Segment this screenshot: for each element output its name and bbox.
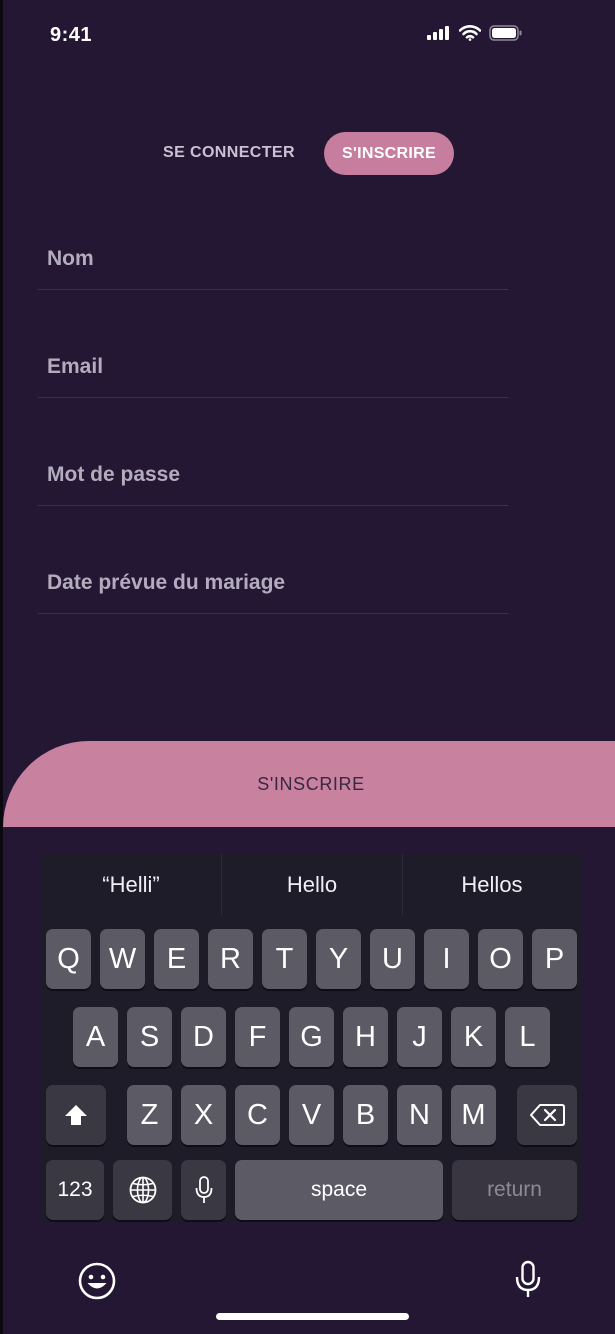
wedding-date-field[interactable]: Date prévue du mariage xyxy=(38,555,508,614)
key-n[interactable]: N xyxy=(397,1085,442,1145)
emoji-icon[interactable] xyxy=(77,1261,117,1301)
key-m[interactable]: M xyxy=(451,1085,496,1145)
backspace-icon xyxy=(530,1104,565,1126)
microphone-icon xyxy=(195,1176,212,1203)
key-c[interactable]: C xyxy=(235,1085,280,1145)
key-z[interactable]: Z xyxy=(127,1085,172,1145)
password-field[interactable]: Mot de passe xyxy=(38,447,508,506)
delete-key[interactable] xyxy=(517,1085,577,1145)
return-key[interactable]: return xyxy=(452,1160,577,1220)
shift-icon xyxy=(65,1105,87,1125)
key-a[interactable]: A xyxy=(73,1007,118,1067)
key-t[interactable]: T xyxy=(262,929,307,989)
keyboard: “Helli” Hello Hellos Q W E R T Y U I O P… xyxy=(42,854,581,1222)
suggestion-hellos[interactable]: Hellos xyxy=(403,854,581,915)
key-s[interactable]: S xyxy=(127,1007,172,1067)
wifi-icon xyxy=(459,25,481,41)
tab-signup[interactable]: S'INSCRIRE xyxy=(324,132,454,175)
key-j[interactable]: J xyxy=(397,1007,442,1067)
key-q[interactable]: Q xyxy=(46,929,91,989)
globe-icon xyxy=(129,1176,156,1204)
dictation-mic-icon[interactable] xyxy=(514,1260,542,1300)
suggestion-quoted[interactable]: “Helli” xyxy=(42,854,220,915)
key-i[interactable]: I xyxy=(424,929,469,989)
key-d[interactable]: D xyxy=(181,1007,226,1067)
space-key[interactable]: space xyxy=(235,1160,443,1220)
name-field[interactable]: Nom xyxy=(38,231,508,290)
key-e[interactable]: E xyxy=(154,929,199,989)
key-f[interactable]: F xyxy=(235,1007,280,1067)
key-y[interactable]: Y xyxy=(316,929,361,989)
shift-key[interactable] xyxy=(46,1085,106,1145)
numbers-key[interactable]: 123 xyxy=(46,1160,104,1220)
status-icons xyxy=(427,25,523,41)
email-field[interactable]: Email xyxy=(38,339,508,398)
globe-key[interactable] xyxy=(113,1160,172,1220)
key-r[interactable]: R xyxy=(208,929,253,989)
key-x[interactable]: X xyxy=(181,1085,226,1145)
email-placeholder: Email xyxy=(47,355,104,378)
battery-icon xyxy=(489,25,522,41)
status-time: 9:41 xyxy=(50,24,93,46)
key-p[interactable]: P xyxy=(532,929,577,989)
key-h[interactable]: H xyxy=(343,1007,388,1067)
key-g[interactable]: G xyxy=(289,1007,334,1067)
wedding-date-placeholder: Date prévue du mariage xyxy=(47,571,286,594)
signup-submit-button[interactable]: S'INSCRIRE xyxy=(3,741,615,827)
key-k[interactable]: K xyxy=(451,1007,496,1067)
key-l[interactable]: L xyxy=(505,1007,550,1067)
key-o[interactable]: O xyxy=(478,929,523,989)
dictation-key[interactable] xyxy=(181,1160,226,1220)
signal-icon xyxy=(427,26,449,40)
password-placeholder: Mot de passe xyxy=(47,463,181,486)
name-placeholder: Nom xyxy=(47,247,94,270)
tab-login[interactable]: SE CONNECTER xyxy=(163,144,295,162)
key-u[interactable]: U xyxy=(370,929,415,989)
key-w[interactable]: W xyxy=(100,929,145,989)
key-v[interactable]: V xyxy=(289,1085,334,1145)
home-indicator xyxy=(216,1313,409,1320)
suggestion-hello[interactable]: Hello xyxy=(222,854,402,915)
screen-edge xyxy=(0,0,3,1334)
key-b[interactable]: B xyxy=(343,1085,388,1145)
signup-submit-label: S'INSCRIRE xyxy=(257,773,365,794)
